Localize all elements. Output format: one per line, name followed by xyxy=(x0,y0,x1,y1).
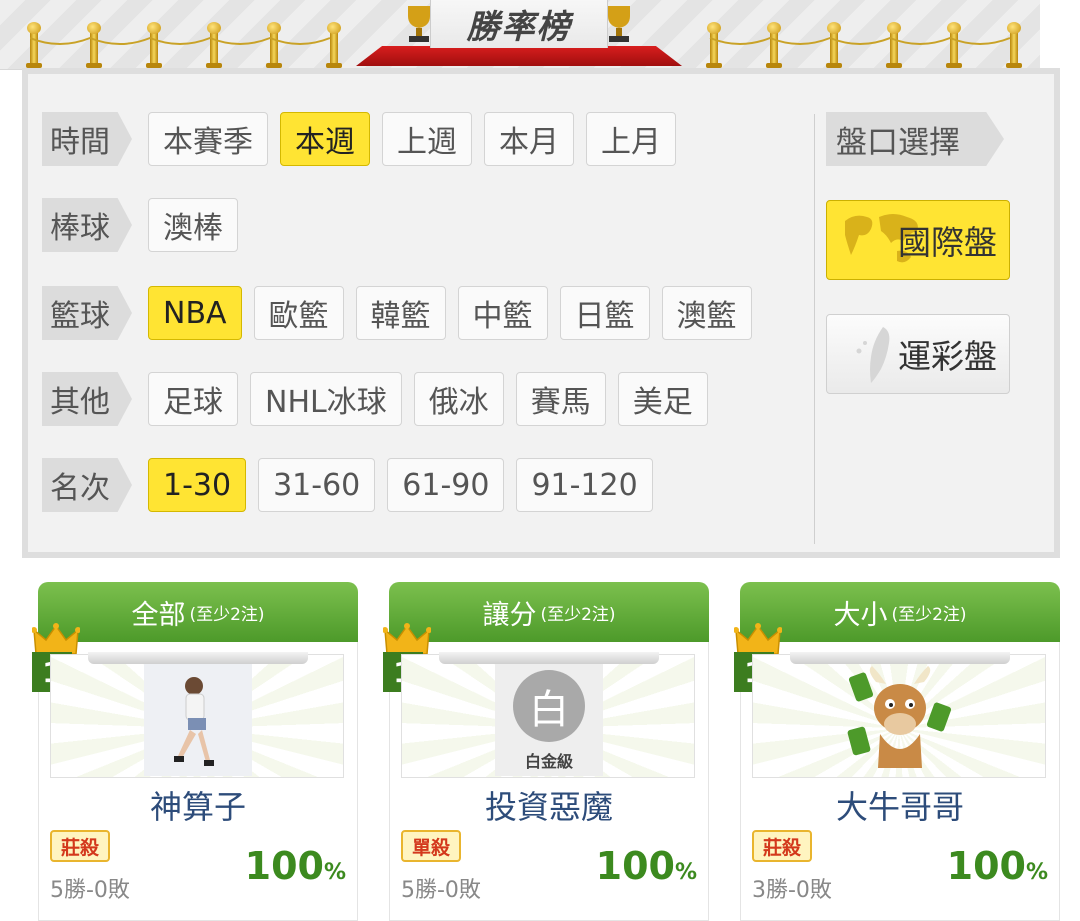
filter-chip-rank-31-60[interactable]: 31-60 xyxy=(258,458,376,512)
avatar-initial: 白 xyxy=(513,670,585,742)
sports-lottery-market-label: 運彩盤 xyxy=(898,337,997,376)
avatar-top-bar xyxy=(790,652,1010,664)
filter-chip-american-football[interactable]: 美足 xyxy=(617,372,708,426)
page-title: 勝率榜 xyxy=(466,7,572,46)
card-min-note: (至少2注) xyxy=(540,604,616,625)
filter-chip-australia-basketball[interactable]: 澳籃 xyxy=(661,286,752,340)
card-min-note: (至少2注) xyxy=(189,604,265,625)
filter-row-time: 時間 本賽季 本週 上週 本月 上月 xyxy=(42,112,688,166)
card-title: 全部 xyxy=(131,599,186,631)
avatar-top-bar xyxy=(439,652,659,664)
percent-sign: % xyxy=(1025,860,1048,885)
win-rate-value: 100 xyxy=(595,844,675,888)
win-rate-value: 100 xyxy=(946,844,1026,888)
filter-chip-japan-basketball[interactable]: 日籃 xyxy=(559,286,650,340)
nickname[interactable]: 大牛哥哥 xyxy=(740,782,1060,828)
title-badge: 單殺 xyxy=(401,830,461,862)
panel-divider xyxy=(814,114,815,544)
card-header: 讓分 (至少2注) xyxy=(389,582,709,642)
filter-row-other: 其他 足球 NHL冰球 俄冰 賽馬 美足 xyxy=(42,372,720,426)
avatar[interactable] xyxy=(144,664,252,776)
filter-panel: 時間 本賽季 本週 上週 本月 上月 棒球 澳棒 籃球 NBA 歐籃 韓籃 中籃… xyxy=(22,68,1060,558)
card-header: 大小 (至少2注) xyxy=(740,582,1060,642)
international-market-button[interactable]: 國際盤 xyxy=(826,200,1010,280)
nickname[interactable]: 神算子 xyxy=(38,782,358,828)
win-rate: 100% xyxy=(245,844,346,888)
bull-avatar[interactable] xyxy=(846,664,954,776)
title-badge: 莊殺 xyxy=(752,830,812,862)
win-loss-record: 5勝-0敗 xyxy=(50,878,130,903)
filter-chip-rank-61-90[interactable]: 61-90 xyxy=(387,458,505,512)
page-title-plate: 勝率榜 xyxy=(430,0,608,48)
filter-chip-horse-racing[interactable]: 賽馬 xyxy=(515,372,606,426)
win-loss-record: 5勝-0敗 xyxy=(401,878,481,903)
international-market-label: 國際盤 xyxy=(898,223,997,262)
avatar-level: 白金級 xyxy=(524,752,573,771)
nickname[interactable]: 投資惡魔 xyxy=(389,782,709,828)
filter-row-rank: 名次 1-30 31-60 61-90 91-120 xyxy=(42,458,665,512)
card-title: 讓分 xyxy=(482,599,537,631)
card-min-note: (至少2注) xyxy=(891,604,967,625)
market-select-label: 盤口選擇 xyxy=(826,112,1004,166)
filter-chip-rank-1-30[interactable]: 1-30 xyxy=(148,458,247,512)
filter-chip-soccer[interactable]: 足球 xyxy=(148,372,238,426)
filter-label-baseball: 棒球 xyxy=(42,198,132,252)
red-carpet-steps xyxy=(356,46,682,66)
trophy-icon xyxy=(608,6,630,42)
card-title: 大小 xyxy=(833,599,888,631)
filter-chip-this-month[interactable]: 本月 xyxy=(484,112,574,166)
filter-chip-last-week[interactable]: 上週 xyxy=(382,112,472,166)
filter-chip-nba[interactable]: NBA xyxy=(148,286,242,340)
filter-chip-russia-hockey[interactable]: 俄冰 xyxy=(413,372,504,426)
filter-label-other: 其他 xyxy=(42,372,132,426)
filter-chip-last-month[interactable]: 上月 xyxy=(586,112,676,166)
sports-lottery-market-button[interactable]: 運彩盤 xyxy=(826,314,1010,394)
filter-chip-abl[interactable]: 澳棒 xyxy=(148,198,238,252)
avatar[interactable]: 白 白金級 xyxy=(495,664,603,776)
card-header: 全部 (至少2注) xyxy=(38,582,358,642)
filter-chip-korea-basketball[interactable]: 韓籃 xyxy=(355,286,446,340)
filter-chip-rank-91-120[interactable]: 91-120 xyxy=(516,458,653,512)
filter-label-rank: 名次 xyxy=(42,458,132,512)
win-rate-value: 100 xyxy=(244,844,324,888)
filter-row-basketball: 籃球 NBA 歐籃 韓籃 中籃 日籃 澳籃 xyxy=(42,286,764,340)
win-rate: 100% xyxy=(596,844,697,888)
filter-chip-season[interactable]: 本賽季 xyxy=(148,112,268,166)
filter-chip-euro-basketball[interactable]: 歐籃 xyxy=(253,286,344,340)
leaderboard-banner: 勝率榜 xyxy=(0,0,1040,70)
filter-row-baseball: 棒球 澳棒 xyxy=(42,198,250,252)
rank-card-all[interactable]: 全部 (至少2注) 1 神算子 莊殺 5勝-0敗 100% xyxy=(32,582,358,921)
percent-sign: % xyxy=(674,860,697,885)
filter-chip-nhl[interactable]: NHL冰球 xyxy=(250,372,402,426)
filter-chip-this-week[interactable]: 本週 xyxy=(280,112,370,166)
win-rate: 100% xyxy=(947,844,1048,888)
avatar-top-bar xyxy=(88,652,308,664)
filter-label-time: 時間 xyxy=(42,112,132,166)
percent-sign: % xyxy=(323,860,346,885)
win-loss-record: 3勝-0敗 xyxy=(752,878,832,903)
title-badge: 莊殺 xyxy=(50,830,110,862)
rank-card-spread[interactable]: 讓分 (至少2注) 1 白 白金級 投資惡魔 單殺 5勝-0敗 100% xyxy=(383,582,709,921)
filter-label-basketball: 籃球 xyxy=(42,286,132,340)
filter-chip-china-basketball[interactable]: 中籃 xyxy=(457,286,548,340)
rank-card-over-under[interactable]: 大小 (至少2注) 1 大牛哥哥 莊殺 3勝-0敗 100% xyxy=(734,582,1060,921)
